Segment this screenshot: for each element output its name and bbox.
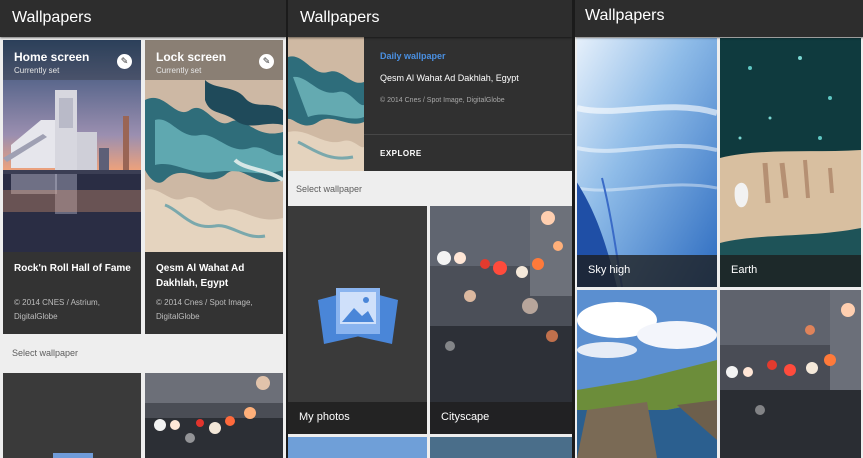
app-bar: Wallpapers — [0, 0, 286, 37]
home-wallpaper-name: Rock'n Roll Hall of Fame — [14, 263, 131, 274]
wallpapers-screen-collection: Wallpapers Sky high Earth — [575, 0, 863, 458]
lock-wallpaper-name: Qesm Al Wahat Ad Dakhlah, Egypt — [156, 263, 245, 289]
daily-wallpaper-name: Qesm Al Wahat Ad Dakhlah, Egypt — [380, 73, 519, 83]
sky-high-tile[interactable]: Sky high — [577, 38, 717, 287]
app-bar: Wallpapers — [575, 0, 863, 37]
cityscape-tile[interactable]: Cityscape — [430, 206, 572, 434]
app-bar: Wallpapers — [288, 0, 572, 37]
wallpapers-screen-current: Wallpapers Home screen Currently set ✎ R… — [0, 0, 286, 458]
daily-wallpaper-thumbnail — [288, 37, 364, 171]
app-title: Wallpapers — [12, 9, 92, 26]
tile-label: Cityscape — [430, 402, 572, 434]
photos-icon — [53, 453, 93, 458]
lock-screen-status: Currently set — [156, 66, 202, 75]
wallpaper-tile[interactable] — [430, 437, 572, 458]
wallpaper-tile[interactable] — [288, 437, 427, 458]
tile-label: Sky high — [577, 255, 717, 287]
lock-screen-card[interactable]: Lock screen Currently set ✎ Qesm Al Waha… — [145, 40, 283, 334]
wallpaper-tile-coast[interactable] — [577, 290, 717, 458]
wallpapers-screen-daily: Wallpapers Daily wallpaper Qesm Al Wahat… — [288, 0, 572, 458]
lock-screen-label: Lock screen — [156, 50, 227, 64]
tile-label: Earth — [720, 255, 861, 287]
wallpaper-tile-city[interactable] — [720, 290, 861, 458]
pencil-icon[interactable]: ✎ — [259, 54, 274, 69]
my-photos-tile[interactable] — [3, 373, 141, 458]
app-title: Wallpapers — [585, 7, 665, 24]
select-wallpaper-label: Select wallpaper — [296, 184, 363, 194]
cityscape-tile[interactable] — [145, 373, 283, 458]
home-screen-label: Home screen — [14, 50, 90, 64]
home-screen-status: Currently set — [14, 66, 60, 75]
daily-wallpaper-card[interactable]: Daily wallpaper Qesm Al Wahat Ad Dakhlah… — [288, 37, 572, 171]
earth-tile[interactable]: Earth — [720, 38, 861, 287]
daily-wallpaper-kicker: Daily wallpaper — [380, 51, 446, 61]
app-title: Wallpapers — [300, 9, 380, 26]
select-wallpaper-label: Select wallpaper — [12, 348, 79, 358]
divider — [364, 134, 572, 135]
home-wallpaper-attribution: © 2014 CNES / Astrium, DigitalGlobe — [14, 298, 100, 321]
tile-label: My photos — [288, 402, 427, 434]
explore-button[interactable]: EXPLORE — [380, 149, 422, 158]
pencil-icon[interactable]: ✎ — [117, 54, 132, 69]
lock-wallpaper-attribution: © 2014 Cnes / Spot Image, DigitalGlobe — [156, 298, 253, 321]
my-photos-tile[interactable]: My photos — [288, 206, 427, 434]
photos-icon — [318, 288, 398, 344]
home-screen-card[interactable]: Home screen Currently set ✎ Rock'n Roll … — [3, 40, 141, 334]
daily-wallpaper-attribution: © 2014 Cnes / Spot Image, DigitalGlobe — [380, 97, 505, 104]
